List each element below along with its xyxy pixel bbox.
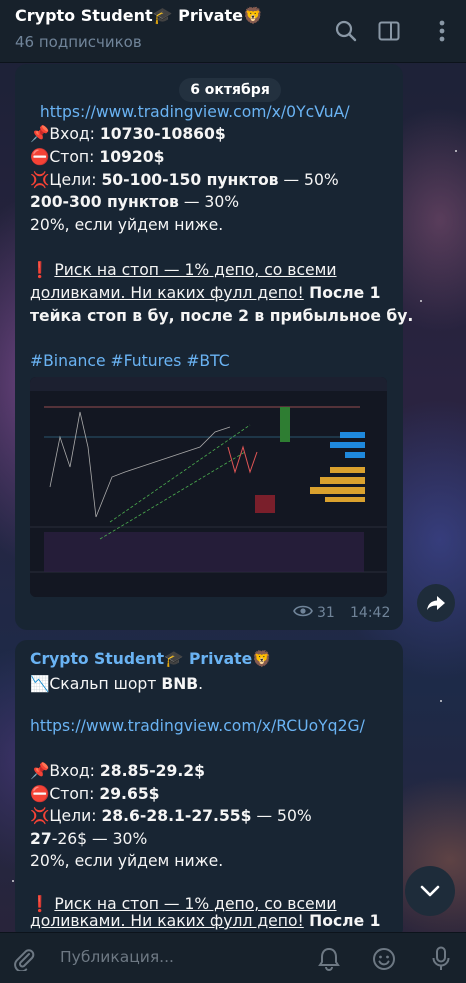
rest-line: 20%, если уйдем ниже.	[30, 852, 224, 870]
chat-header: Crypto Student🎓 Private🦁 46 подписчиков	[0, 0, 466, 63]
microphone-icon[interactable]	[425, 943, 457, 975]
targets-line: 💢Цели: 50-100-150 пунктов — 50%	[30, 171, 339, 189]
targets2-line: 200-300 пунктов — 30%	[30, 193, 240, 211]
no-entry-icon: ⛔	[30, 148, 50, 166]
message-input[interactable]: Публикация...	[60, 948, 174, 966]
entry-line: 📌Вход: 10730-10860$	[30, 125, 226, 143]
pushpin-icon: 📌	[30, 125, 50, 143]
headline-line: 📉Скальп шорт BNB.	[30, 675, 204, 693]
message-sender[interactable]: Crypto Student🎓 Private🦁	[30, 650, 272, 668]
rest-line: 20%, если уйдем ниже.	[30, 216, 224, 234]
search-icon[interactable]	[329, 14, 363, 48]
message-time: 14:42	[350, 605, 391, 621]
risk-line-2: доливками. Ни каких фулл депо! После 1	[30, 912, 381, 930]
share-arrow-icon[interactable]	[417, 584, 455, 622]
message-input-bar: Публикация...	[0, 932, 466, 983]
collision-icon: 💢	[30, 171, 50, 189]
view-count: 31	[317, 605, 335, 621]
subscriber-count: 46 подписчиков	[15, 33, 142, 51]
risk-line-1: ❗ Риск на стоп — 1% депо, со всеми	[30, 261, 337, 279]
targets-line: 💢Цели: 28.6-28.1-27.55$ — 50%	[30, 807, 312, 825]
pushpin-icon: 📌	[30, 762, 50, 780]
eye-icon	[293, 604, 313, 622]
collision-icon: 💢	[30, 807, 50, 825]
chevron-down-icon[interactable]	[405, 866, 455, 916]
risk-line-2: доливками. Ни каких фулл депо! После 1	[30, 284, 381, 302]
chart-decreasing-icon: 📉	[30, 675, 50, 693]
entry-line: 📌Вход: 28.85-29.2$	[30, 762, 206, 780]
sidebar-panel-icon[interactable]	[372, 14, 406, 48]
exclamation-icon: ❗	[30, 261, 50, 279]
more-vertical-icon[interactable]	[427, 14, 457, 48]
no-entry-icon: ⛔	[30, 785, 50, 803]
chart-image[interactable]	[30, 377, 387, 597]
hashtags[interactable]: #Binance #Futures #BTC	[30, 350, 230, 373]
message-link[interactable]: https://www.tradingview.com/x/RCUoYq2G/	[30, 715, 365, 738]
bell-icon[interactable]	[313, 943, 345, 975]
chart-graphic	[30, 377, 387, 597]
stop-line: ⛔Стоп: 10920$	[30, 148, 165, 166]
date-pill: 6 октября	[179, 78, 281, 102]
stop-line: ⛔Стоп: 29.65$	[30, 785, 160, 803]
risk-line-3: тейка стоп в бу, после 2 в прибыльное бу…	[30, 307, 414, 325]
targets2-line: 27-26$ — 30%	[30, 830, 148, 848]
emoji-icon[interactable]	[368, 943, 400, 975]
paperclip-icon[interactable]	[8, 943, 40, 975]
channel-title[interactable]: Crypto Student🎓 Private🦁	[15, 6, 263, 25]
